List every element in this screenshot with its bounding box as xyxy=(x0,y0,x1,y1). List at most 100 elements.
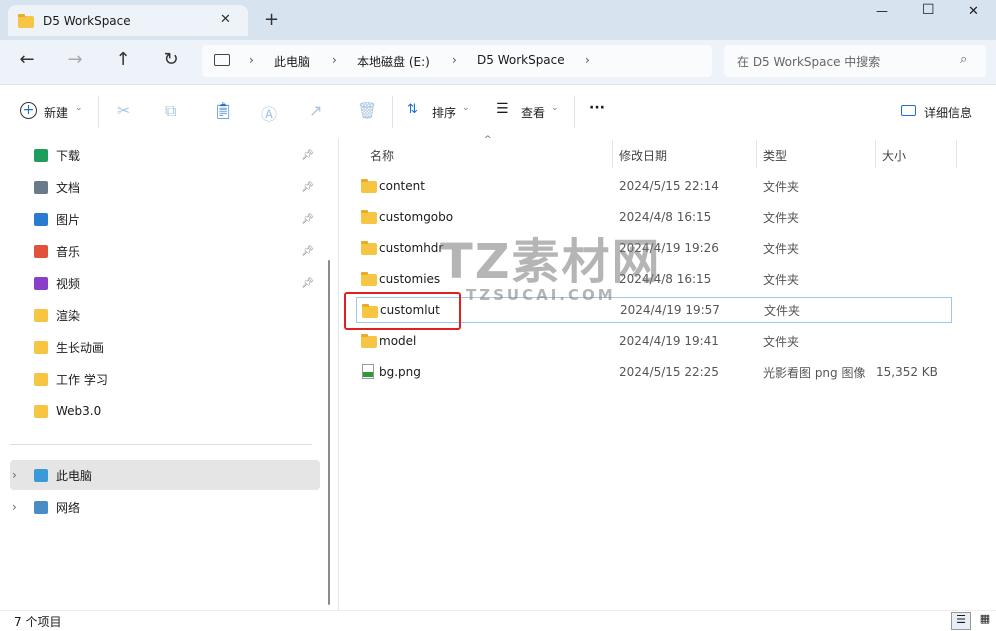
delete-icon[interactable]: 🗑︎ xyxy=(357,101,377,120)
new-tab-button[interactable]: + xyxy=(264,9,279,30)
sort-ascending-icon: ^ xyxy=(484,135,492,145)
sidebar-item[interactable]: 工作 学习 xyxy=(10,364,320,394)
sidebar-item-label: 网络 xyxy=(56,500,81,515)
copy-icon[interactable]: ⧉ xyxy=(165,101,176,121)
maximize-button[interactable]: ☐ xyxy=(922,2,935,18)
file-name: customhdr xyxy=(379,241,444,255)
paste-icon[interactable]: 📋︎ xyxy=(213,101,233,120)
computer-icon xyxy=(214,54,230,66)
sidebar-item[interactable]: 文档 📌︎ xyxy=(10,172,320,202)
more-options-button[interactable]: ··· xyxy=(589,100,605,116)
up-button[interactable]: ↑ xyxy=(108,49,138,70)
folder-icon xyxy=(361,272,377,286)
download-icon xyxy=(34,148,48,162)
details-pane-icon xyxy=(901,105,916,116)
sidebar-item[interactable]: Web3.0 xyxy=(10,396,320,426)
folder-icon xyxy=(34,308,48,322)
cut-icon[interactable]: ✂ xyxy=(117,101,130,120)
new-button[interactable]: 新建 xyxy=(44,104,68,121)
sidebar-divider xyxy=(10,444,312,445)
sidebar-item-this-pc[interactable]: › 此电脑 xyxy=(10,460,320,490)
computer-icon xyxy=(34,468,48,482)
file-date: 2024/5/15 22:25 xyxy=(619,365,719,379)
column-header-size[interactable]: 大小 xyxy=(882,147,906,164)
breadcrumb-d5-workspace[interactable]: D5 WorkSpace xyxy=(477,53,565,67)
new-icon: + xyxy=(20,102,37,119)
address-bar[interactable]: › 此电脑 › 本地磁盘 (E:) › D5 WorkSpace › xyxy=(202,45,712,77)
close-window-button[interactable]: ✕ xyxy=(968,4,979,19)
pin-icon: 📌︎ xyxy=(301,245,314,257)
sort-button[interactable]: 排序 xyxy=(432,104,456,121)
view-button[interactable]: 查看 xyxy=(521,104,545,121)
tab-close-button[interactable]: ✕ xyxy=(220,12,231,27)
rename-icon[interactable]: Ⓐ xyxy=(261,101,277,125)
column-header-name[interactable]: 名称 xyxy=(370,147,394,164)
file-type: 文件夹 xyxy=(763,179,800,194)
file-row[interactable]: bg.png 2024/5/15 22:25 光影看图 png 图像 15,352 K… xyxy=(356,359,952,385)
search-placeholder: 在 D5 WorkSpace 中搜索 xyxy=(737,55,881,69)
folder-icon xyxy=(34,404,48,418)
file-name: model xyxy=(379,334,417,348)
network-icon xyxy=(34,500,48,514)
sidebar-item-label: 视频 xyxy=(56,276,81,291)
folder-icon xyxy=(34,340,48,354)
png-file-icon xyxy=(362,364,374,379)
music-icon xyxy=(34,244,48,258)
pin-icon: 📌︎ xyxy=(301,149,314,161)
details-view-icon[interactable]: ☰ xyxy=(951,612,971,630)
tab-d5-workspace[interactable]: D5 WorkSpace ✕ xyxy=(8,5,248,36)
pin-icon: 📌︎ xyxy=(301,181,314,193)
sidebar-item-label: Web3.0 xyxy=(56,404,102,418)
folder-icon xyxy=(361,334,377,348)
tiles-view-icon[interactable]: ▦ xyxy=(976,612,994,630)
column-header-date[interactable]: 修改日期 xyxy=(619,147,667,164)
folder-icon xyxy=(361,179,377,193)
folder-icon xyxy=(34,372,48,386)
sidebar-item-label: 渲染 xyxy=(56,308,81,323)
file-name: content xyxy=(379,179,425,193)
search-box[interactable]: 在 D5 WorkSpace 中搜索 ⌕ xyxy=(724,45,986,77)
sidebar-item-label: 生长动画 xyxy=(56,340,105,355)
sidebar-item[interactable]: 下载 📌︎ xyxy=(10,140,320,170)
pin-icon: 📌︎ xyxy=(301,213,314,225)
file-type: 文件夹 xyxy=(763,241,800,256)
pin-icon: 📌︎ xyxy=(301,277,314,289)
back-button[interactable]: ← xyxy=(12,49,42,70)
details-button[interactable]: 详细信息 xyxy=(924,104,972,121)
file-name: bg.png xyxy=(379,365,421,379)
sidebar-item-network[interactable]: › 网络 xyxy=(10,492,320,522)
sidebar-item-label: 下载 xyxy=(56,148,81,163)
file-row[interactable]: content 2024/5/15 22:14 文件夹 xyxy=(356,173,952,199)
search-icon: ⌕ xyxy=(960,52,968,67)
file-date: 2024/4/19 19:41 xyxy=(619,334,719,348)
highlight-box xyxy=(344,292,461,330)
breadcrumb-drive-e[interactable]: 本地磁盘 (E:) xyxy=(357,53,430,70)
watermark-sub: TZSUCAI.COM xyxy=(466,286,616,304)
sidebar-item-label: 文档 xyxy=(56,180,81,195)
refresh-button[interactable]: ↻ xyxy=(156,49,186,70)
sidebar-item[interactable]: 音乐 📌︎ xyxy=(10,236,320,266)
file-row[interactable]: model 2024/4/19 19:41 文件夹 xyxy=(356,328,952,354)
file-size: 15,352 KB xyxy=(876,365,938,379)
sidebar-item[interactable]: 视频 📌︎ xyxy=(10,268,320,298)
sidebar-item-label: 此电脑 xyxy=(56,468,93,483)
tab-title: D5 WorkSpace xyxy=(43,14,131,28)
sidebar-item-label: 图片 xyxy=(56,212,81,227)
sidebar-scrollbar[interactable] xyxy=(328,260,330,605)
sidebar-item[interactable]: 生长动画 xyxy=(10,332,320,362)
minimize-button[interactable]: — xyxy=(876,4,888,18)
video-icon xyxy=(34,276,48,290)
view-icon: ☰ xyxy=(496,101,509,117)
file-type: 文件夹 xyxy=(763,334,800,349)
file-type: 文件夹 xyxy=(763,272,800,287)
forward-button[interactable]: → xyxy=(60,49,90,70)
status-bar: 7 个项目 ☰ ▦ xyxy=(0,610,996,631)
sidebar-item[interactable]: 图片 📌︎ xyxy=(10,204,320,234)
breadcrumb-this-pc[interactable]: 此电脑 xyxy=(274,53,310,70)
share-icon[interactable]: ↗ xyxy=(309,101,322,120)
sidebar-item[interactable]: 渲染 xyxy=(10,300,320,330)
column-header-type[interactable]: 类型 xyxy=(763,147,787,164)
watermark: TZ素材网 xyxy=(440,234,662,290)
sidebar-item-label: 工作 学习 xyxy=(56,372,108,387)
folder-icon xyxy=(361,241,377,255)
